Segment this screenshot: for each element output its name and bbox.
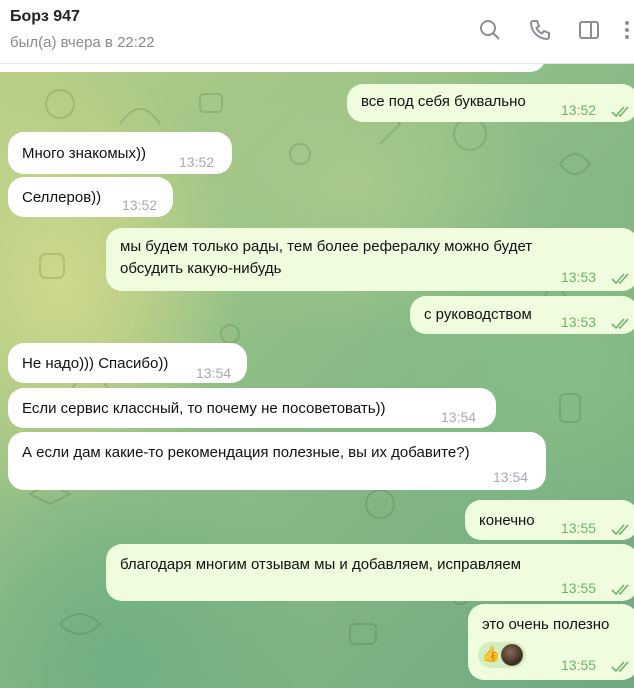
chat-header: Борз 947 был(а) вчера в 22:22 bbox=[0, 0, 634, 64]
sidebar-toggle-icon[interactable] bbox=[577, 18, 601, 42]
avatar bbox=[501, 644, 523, 666]
message-text: с руководством bbox=[424, 306, 532, 323]
message-bubble-outgoing[interactable]: мы будем только рады, тем более рефералк… bbox=[106, 228, 634, 291]
phone-icon[interactable] bbox=[528, 18, 552, 42]
message-time: 13:52 bbox=[179, 154, 215, 170]
message-time: 13:54 bbox=[441, 409, 477, 425]
message-bubble-outgoing[interactable]: благодаря многим отзывам мы и добавляем,… bbox=[106, 544, 634, 601]
message-text: Селлеров)) bbox=[22, 189, 102, 206]
message-bubble-incoming[interactable]: Много знакомых)) 13:52 bbox=[8, 132, 232, 174]
message-time: 13:52 bbox=[122, 197, 158, 213]
message-time: 13:55 bbox=[561, 520, 597, 536]
message-text: мы будем только рады, тем более рефералк… bbox=[120, 238, 533, 277]
read-check-icon bbox=[611, 521, 631, 536]
reactions-bar[interactable]: 👍 bbox=[478, 642, 526, 668]
message-time: 13:53 bbox=[561, 269, 597, 285]
message-text: это очень полезно bbox=[482, 616, 610, 633]
message-text: Много знакомых)) bbox=[22, 145, 146, 162]
message-time: 13:54 bbox=[196, 365, 232, 381]
message-bubble-incoming[interactable]: Если сервис классный, то почему не посов… bbox=[8, 388, 496, 428]
message-text: все под себя буквально bbox=[361, 93, 526, 110]
message-time: 13:55 bbox=[561, 657, 597, 673]
chat-title[interactable]: Борз 947 bbox=[10, 8, 80, 26]
message-bubble-outgoing[interactable]: конечно 13:55 bbox=[465, 500, 634, 540]
more-icon[interactable] bbox=[620, 18, 634, 42]
thumbs-up-icon: 👍 bbox=[481, 646, 501, 663]
message-text: благодаря многим отзывам мы и добавляем,… bbox=[120, 556, 521, 573]
message-bubble-incoming[interactable]: Не надо))) Спасибо)) 13:54 bbox=[8, 343, 247, 383]
read-check-icon bbox=[611, 315, 631, 330]
message-bubble-outgoing[interactable]: с руководством 13:53 bbox=[410, 296, 634, 334]
chat-status: был(а) вчера в 22:22 bbox=[10, 34, 155, 51]
message-text: конечно bbox=[479, 512, 535, 529]
message-bubble-incoming[interactable]: Селлеров)) 13:52 bbox=[8, 177, 173, 217]
search-icon[interactable] bbox=[478, 18, 502, 42]
message-bubble-incoming[interactable]: А если дам какие-то рекомендация полезны… bbox=[8, 432, 546, 490]
message-bubble-outgoing[interactable]: это очень полезно 👍 13:55 bbox=[468, 604, 634, 680]
message-text: Не надо))) Спасибо)) bbox=[22, 355, 169, 372]
read-check-icon bbox=[611, 581, 631, 596]
read-check-icon bbox=[611, 103, 631, 118]
read-check-icon bbox=[611, 270, 631, 285]
message-text: А если дам какие-то рекомендация полезны… bbox=[22, 444, 470, 461]
message-time: 13:53 bbox=[561, 314, 597, 330]
message-bubble-outgoing[interactable]: все под себя буквально 13:52 bbox=[347, 84, 634, 122]
message-time: 13:55 bbox=[561, 580, 597, 596]
reaction-chip[interactable]: 👍 bbox=[478, 642, 526, 668]
message-text: Если сервис классный, то почему не посов… bbox=[22, 400, 386, 417]
message-time: 13:54 bbox=[493, 469, 529, 485]
read-check-icon bbox=[611, 658, 631, 673]
message-time: 13:52 bbox=[561, 102, 597, 118]
